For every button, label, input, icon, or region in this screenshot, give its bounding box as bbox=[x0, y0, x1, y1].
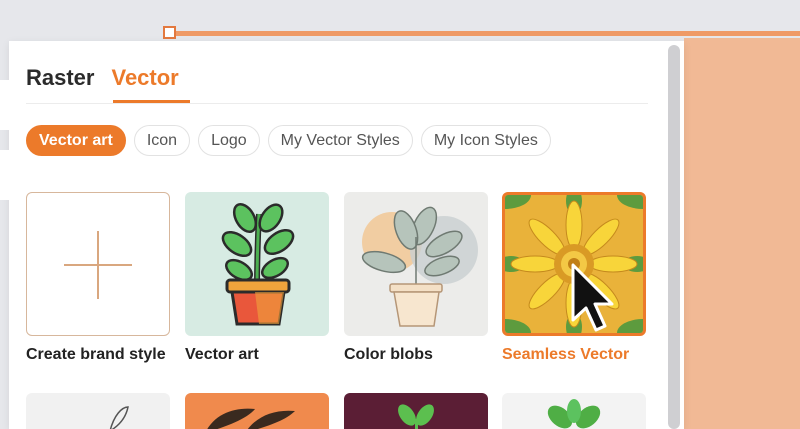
sprout-icon bbox=[547, 399, 601, 429]
chip-my-vector-styles[interactable]: My Vector Styles bbox=[267, 125, 413, 156]
chip-my-icon-styles[interactable]: My Icon Styles bbox=[420, 125, 551, 156]
panel-edge bbox=[0, 150, 10, 200]
mouse-cursor-icon bbox=[571, 263, 614, 332]
tab-raster[interactable]: Raster bbox=[26, 64, 94, 92]
selection-edge bbox=[170, 31, 800, 36]
style-card[interactable] bbox=[26, 393, 170, 429]
plant-icon bbox=[361, 206, 478, 327]
color-blobs-card[interactable] bbox=[344, 192, 488, 336]
chip-vector-art[interactable]: Vector art bbox=[26, 125, 126, 156]
selection-handle[interactable] bbox=[163, 26, 176, 39]
category-chips: Vector art Icon Logo My Vector Styles My… bbox=[26, 125, 551, 156]
style-card[interactable] bbox=[185, 393, 329, 429]
leaves-icon bbox=[207, 408, 295, 429]
leaf-outline-icon bbox=[109, 406, 129, 429]
canvas-area bbox=[684, 38, 800, 429]
style-tabs: Raster Vector bbox=[26, 64, 179, 92]
style-card[interactable] bbox=[502, 393, 646, 429]
create-brand-style-card[interactable] bbox=[26, 192, 170, 336]
card-label: Vector art bbox=[185, 346, 259, 363]
divider bbox=[26, 103, 648, 104]
tab-vector[interactable]: Vector bbox=[111, 64, 178, 92]
plant-icon bbox=[221, 203, 295, 326]
chip-icon[interactable]: Icon bbox=[133, 125, 191, 156]
vector-art-card[interactable] bbox=[185, 192, 329, 336]
sprout-icon bbox=[398, 404, 434, 429]
scrollbar[interactable] bbox=[668, 45, 680, 429]
chip-logo[interactable]: Logo bbox=[198, 125, 260, 156]
panel-edge bbox=[0, 80, 10, 130]
style-card[interactable] bbox=[344, 393, 488, 429]
card-label: Seamless Vector bbox=[502, 346, 630, 363]
card-label: Create brand style bbox=[26, 346, 166, 363]
card-label: Color blobs bbox=[344, 346, 433, 363]
plus-icon bbox=[64, 231, 132, 299]
